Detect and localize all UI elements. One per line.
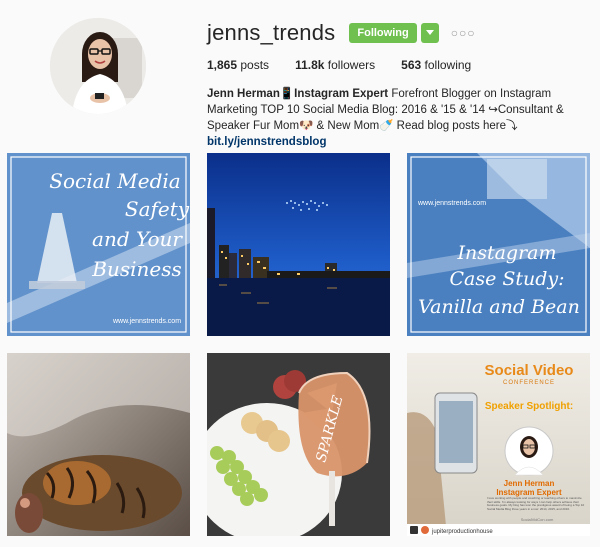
post-3-line-2: Case Study: xyxy=(449,268,564,290)
chevron-down-icon xyxy=(425,30,434,35)
post-6-title: Social Video xyxy=(485,362,574,379)
post-6-spotlight: Speaker Spotlight: xyxy=(485,401,573,412)
more-options-icon[interactable]: ○○○ xyxy=(451,26,476,40)
post-1-footer: www.jennstrends.com xyxy=(112,318,181,325)
profile-stats: 1,865 posts 11.8k followers 563 followin… xyxy=(207,58,592,72)
post-6-site: SocialVidCon.com xyxy=(521,517,554,522)
post-3-line-3: Vanilla and Bean xyxy=(418,296,580,318)
post-city-skyline[interactable] xyxy=(207,153,390,336)
bio-name: Jenn Herman xyxy=(207,88,280,100)
post-1-line-3: and Your xyxy=(92,227,183,251)
post-1-line-1: Social Media xyxy=(49,169,180,193)
posts-stat: 1,865 posts xyxy=(207,58,269,72)
post-6-blurb: I love working with people and coaching … xyxy=(487,497,585,511)
post-6-speaker-name: Jenn Herman xyxy=(504,479,555,488)
post-6-subtitle: CONFERENCE xyxy=(503,380,555,386)
username: jenns_trends xyxy=(207,20,336,45)
profile-avatar[interactable] xyxy=(50,18,146,114)
profile-header: jenns_trends Following ○○○ 1,865 posts 1… xyxy=(0,0,600,148)
profile-bio: Jenn Herman📱Instagram Expert Forefront B… xyxy=(207,86,590,150)
repost-icon xyxy=(410,526,418,534)
following-stat[interactable]: 563 following xyxy=(401,58,471,72)
post-tiger[interactable] xyxy=(7,353,190,536)
followers-count: 11.8k xyxy=(295,58,325,72)
username-row: jenns_trends Following ○○○ xyxy=(207,18,592,48)
post-social-video-conference[interactable]: Social Video CONFERENCE Speaker Spotligh… xyxy=(407,353,590,536)
followers-stat[interactable]: 11.8k followers xyxy=(295,58,375,72)
post-6-speaker-title: Instagram Expert xyxy=(496,488,562,497)
post-instagram-case-study[interactable]: www.jennstrends.com Instagram Case Study… xyxy=(407,153,590,336)
following-label: following xyxy=(424,58,472,72)
followers-label: followers xyxy=(327,58,376,72)
posts-label: posts xyxy=(240,58,270,72)
following-count: 563 xyxy=(401,58,422,72)
posts-count: 1,865 xyxy=(207,58,238,72)
profile-info: jenns_trends Following ○○○ 1,865 posts 1… xyxy=(207,18,592,150)
follow-dropdown-button[interactable] xyxy=(420,23,439,43)
post-sparkle-wine[interactable]: SPARKLE xyxy=(207,353,390,536)
bio-link[interactable]: bit.ly/jennstrendsblog xyxy=(207,136,326,148)
post-1-line-4: Business xyxy=(91,257,181,281)
post-3-watermark: www.jennstrends.com xyxy=(417,200,486,207)
posts-grid: Social Media Safety and Your Business ww… xyxy=(7,153,593,540)
post-3-line-1: Instagram xyxy=(456,242,556,264)
post-6-repost-user: jupiterproductionhouse xyxy=(431,529,493,535)
post-social-media-safety[interactable]: Social Media Safety and Your Business ww… xyxy=(7,153,190,336)
following-button[interactable]: Following xyxy=(349,23,417,43)
post-1-line-2: Safety xyxy=(125,197,190,221)
bio-title: 📱Instagram Expert xyxy=(279,88,389,100)
